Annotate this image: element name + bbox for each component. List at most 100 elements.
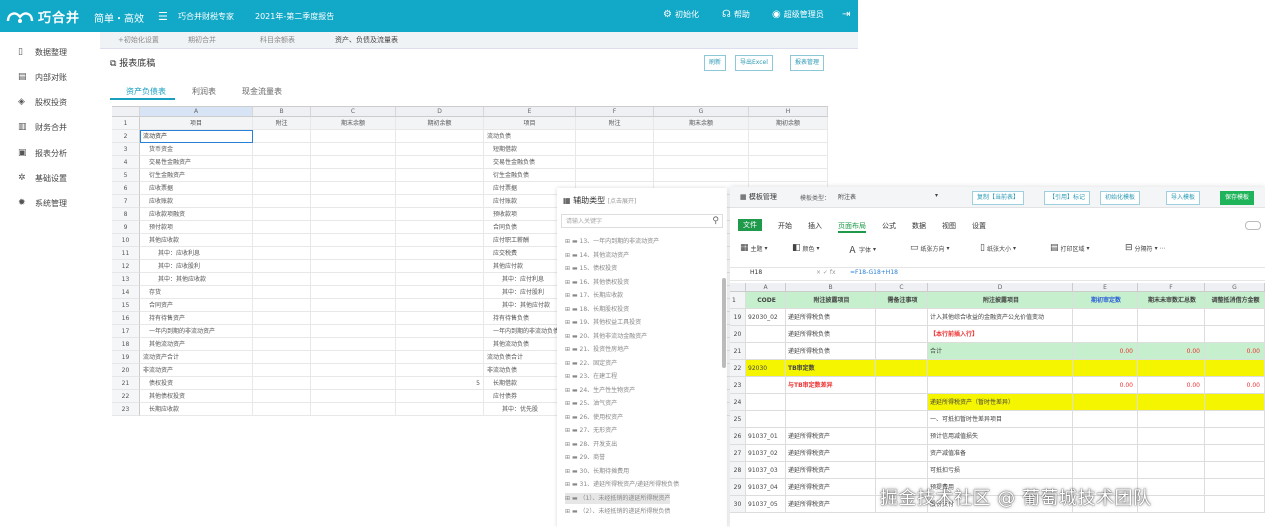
- row-number[interactable]: 19: [112, 351, 140, 364]
- tree-item[interactable]: ⊞ ▬ 16、其他债权投资: [565, 277, 629, 288]
- table-cell[interactable]: [1205, 445, 1265, 462]
- tree-item[interactable]: ⊞ ▬ 20、其他非流动金融资产: [565, 331, 647, 342]
- table-cell[interactable]: 合计: [928, 343, 1073, 360]
- table-cell[interactable]: [1138, 462, 1205, 479]
- table-cell[interactable]: 预付款项: [140, 221, 253, 234]
- table-cell[interactable]: [1138, 411, 1205, 428]
- table-cell[interactable]: [654, 156, 749, 169]
- col-header[interactable]: D: [928, 283, 1073, 292]
- table-cell[interactable]: [1073, 394, 1138, 411]
- table-cell[interactable]: [1073, 360, 1138, 377]
- table-cell[interactable]: [876, 360, 928, 377]
- expand-icon[interactable]: ⊞: [565, 454, 572, 461]
- table-cell[interactable]: 短期借款: [484, 143, 576, 156]
- table-cell[interactable]: 预计信用减值损失: [928, 428, 1073, 445]
- tree-item[interactable]: ⊞ ▬ 24、生产性生物资产: [565, 385, 635, 396]
- tree-item[interactable]: ⊞ ▬ 18、长期股权投资: [565, 304, 629, 315]
- tab-income[interactable]: 利润表: [192, 86, 216, 97]
- table-cell[interactable]: [1138, 309, 1205, 326]
- tab-cashflow[interactable]: 现金流量表: [242, 86, 282, 97]
- tree-item[interactable]: ⊞ ▬ 13、一年内到期的非流动资产: [565, 236, 659, 247]
- tree-item[interactable]: ⊞ ▬ 17、长期应收款: [565, 290, 623, 301]
- header-cell[interactable]: CODE: [746, 292, 786, 309]
- table-cell[interactable]: 递延所得税资产: [786, 445, 876, 462]
- tree-item[interactable]: ⊞ ▬ 22、固定资产: [565, 358, 617, 369]
- row-number[interactable]: 1: [112, 117, 140, 130]
- print-area-tool[interactable]: ▤ 打印区域 ▾: [1050, 243, 1090, 253]
- theme-tool[interactable]: ▦ 主题 ▾: [740, 243, 768, 253]
- separator-tool[interactable]: ⊟ 分隔符 ▾ ⋯: [1125, 243, 1165, 253]
- col-header[interactable]: E: [484, 107, 576, 117]
- table-cell[interactable]: [396, 299, 484, 312]
- table-cell[interactable]: [746, 326, 786, 343]
- row-number[interactable]: 27: [730, 445, 746, 462]
- table-cell[interactable]: 91037_02: [746, 445, 786, 462]
- header-cell[interactable]: 项目: [140, 117, 253, 130]
- table-cell[interactable]: [746, 411, 786, 428]
- tree-item[interactable]: ⊞ ▬ 27、无形资产: [565, 425, 617, 436]
- col-header[interactable]: D: [396, 107, 484, 117]
- table-cell[interactable]: [311, 312, 396, 325]
- formula-input[interactable]: =F18-G18+H18: [850, 269, 898, 276]
- orientation-tool[interactable]: ▭ 纸张方向 ▾: [910, 243, 950, 253]
- row-number[interactable]: 22: [730, 360, 746, 377]
- table-cell[interactable]: [311, 403, 396, 416]
- table-cell[interactable]: [396, 247, 484, 260]
- table-cell[interactable]: [1138, 445, 1205, 462]
- table-cell[interactable]: 91037_04: [746, 479, 786, 496]
- table-cell[interactable]: 其中：应收利息: [140, 247, 253, 260]
- ribbon-tab-home[interactable]: 开始: [778, 221, 792, 231]
- col-header[interactable]: G: [654, 107, 749, 117]
- table-cell[interactable]: 与TB审定数差异: [786, 377, 876, 394]
- table-cell[interactable]: [396, 182, 484, 195]
- table-cell[interactable]: 衍生金融负债: [484, 169, 576, 182]
- table-cell[interactable]: 流动负债: [484, 130, 576, 143]
- tree-item[interactable]: ⊞ ▬ 15、债权投资: [565, 263, 617, 274]
- header-cell[interactable]: 附注披露项目: [786, 292, 876, 309]
- table-cell[interactable]: [253, 351, 311, 364]
- expand-icon[interactable]: ⊞: [565, 400, 572, 407]
- table-cell[interactable]: 递延所得税负债: [786, 343, 876, 360]
- table-cell[interactable]: 0.00: [1205, 343, 1265, 360]
- expand-icon[interactable]: ⊞: [565, 387, 572, 394]
- table-cell[interactable]: [311, 260, 396, 273]
- table-cell[interactable]: [311, 182, 396, 195]
- header-cell[interactable]: 期初审定数: [1073, 292, 1138, 309]
- expand-icon[interactable]: ⊞: [565, 468, 572, 475]
- table-cell[interactable]: [311, 364, 396, 377]
- col-header[interactable]: A: [140, 107, 253, 117]
- table-cell[interactable]: [311, 221, 396, 234]
- row-number[interactable]: 17: [112, 325, 140, 338]
- ref-mark-button[interactable]: 【引用】标记: [1044, 191, 1091, 205]
- table-cell[interactable]: [396, 364, 484, 377]
- table-cell[interactable]: [1073, 428, 1138, 445]
- table-cell[interactable]: [654, 143, 749, 156]
- row-number[interactable]: 24: [730, 394, 746, 411]
- header-cell[interactable]: 附注: [253, 117, 311, 130]
- expand-icon[interactable]: ⊞: [565, 238, 572, 245]
- table-cell[interactable]: [253, 338, 311, 351]
- table-cell[interactable]: [654, 130, 749, 143]
- color-tool[interactable]: ◧ 颜色 ▾: [792, 243, 820, 253]
- table-cell[interactable]: [576, 156, 654, 169]
- ribbon-tab-insert[interactable]: 插入: [808, 221, 822, 231]
- table-cell[interactable]: 0.00: [1138, 377, 1205, 394]
- table-cell[interactable]: [253, 312, 311, 325]
- header-cell[interactable]: 项目: [484, 117, 576, 130]
- help-button[interactable]: ☊ 帮助: [722, 9, 750, 20]
- table-cell[interactable]: [1073, 462, 1138, 479]
- table-cell[interactable]: [654, 169, 749, 182]
- table-cell[interactable]: [396, 312, 484, 325]
- aux-search-input[interactable]: 请输入关键字: [561, 214, 723, 228]
- expand-icon[interactable]: ⊞: [565, 495, 572, 502]
- table-cell[interactable]: [1205, 326, 1265, 343]
- table-cell[interactable]: [311, 130, 396, 143]
- copy-sheet-button[interactable]: 复制【当前表】: [972, 191, 1025, 205]
- table-cell[interactable]: [396, 143, 484, 156]
- table-cell[interactable]: 其他债权投资: [140, 390, 253, 403]
- table-cell[interactable]: [1073, 309, 1138, 326]
- row-number[interactable]: 15: [112, 299, 140, 312]
- expand-icon[interactable]: ⊞: [565, 346, 572, 353]
- table-cell[interactable]: [396, 325, 484, 338]
- table-cell[interactable]: 衍生金融资产: [140, 169, 253, 182]
